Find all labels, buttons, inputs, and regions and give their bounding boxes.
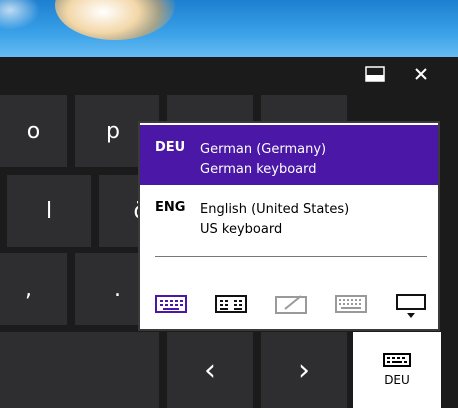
standard-keyboard-icon: [155, 295, 187, 313]
split-keyboard-button[interactable]: [213, 289, 249, 319]
language-description: English (United States) US keyboard: [200, 185, 349, 245]
handwriting-icon: [275, 295, 307, 314]
language-switcher-popup: DEU German (Germany) German keyboard ENG…: [138, 121, 440, 331]
keyboard-icon: [383, 353, 411, 367]
key-period-label: .: [114, 276, 121, 302]
key-l-label: l: [45, 198, 53, 224]
key-arrow-left[interactable]: ‹: [167, 332, 253, 408]
language-description: German (Germany) German keyboard: [200, 125, 326, 185]
standard-keyboard-button[interactable]: [153, 289, 189, 319]
language-option-eng[interactable]: ENG English (United States) US keyboard: [140, 185, 438, 245]
key-arrow-right[interactable]: ›: [261, 332, 347, 408]
arrow-right-label: ›: [298, 352, 310, 388]
key-comma-label: ,: [25, 276, 32, 302]
arrow-left-label: ‹: [204, 352, 216, 388]
keyboard-layout-name: US keyboard: [200, 222, 283, 237]
key-space[interactable]: [0, 332, 159, 408]
flower-image-2: [0, 0, 40, 30]
key-o[interactable]: o: [0, 95, 67, 167]
split-keyboard-icon: [215, 295, 247, 313]
language-option-deu[interactable]: DEU German (Germany) German keyboard: [140, 125, 438, 185]
keyboard-mode-bar: [140, 289, 438, 319]
key-comma[interactable]: ,: [0, 253, 67, 325]
key-o-label: o: [26, 118, 41, 144]
dock-button[interactable]: [358, 59, 392, 89]
key-oe[interactable]: ö: [99, 175, 139, 247]
close-icon: [415, 68, 427, 80]
language-name: English (United States): [200, 202, 350, 217]
close-button[interactable]: [404, 59, 438, 89]
key-period[interactable]: .: [75, 253, 138, 325]
keyboard-layout-name: German keyboard: [200, 162, 317, 177]
dock-icon: [365, 66, 385, 82]
language-code: DEU: [155, 140, 186, 155]
full-keyboard-icon: [335, 295, 367, 313]
key-p-label: p: [106, 118, 120, 144]
full-keyboard-button[interactable]: [333, 289, 369, 319]
desktop-background: [0, 0, 458, 60]
language-name: German (Germany): [200, 142, 327, 157]
divider: [155, 256, 427, 257]
flower-image: [55, 0, 175, 40]
language-code: ENG: [155, 200, 186, 215]
language-key[interactable]: DEU: [353, 332, 441, 408]
key-l[interactable]: l: [7, 175, 91, 247]
language-key-label: DEU: [384, 373, 410, 387]
handwriting-button[interactable]: [273, 289, 309, 319]
hide-keyboard-button[interactable]: [393, 289, 429, 323]
hide-keyboard-icon: [396, 294, 426, 318]
